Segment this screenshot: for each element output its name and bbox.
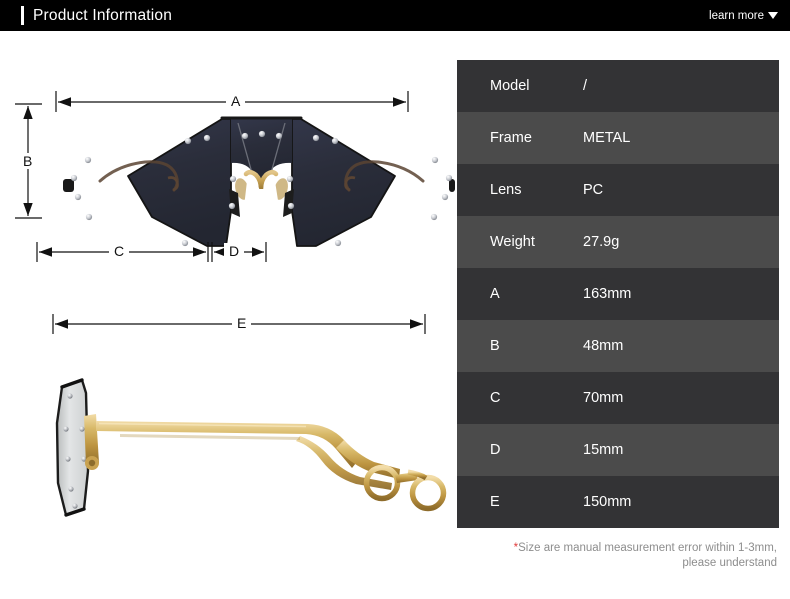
spec-value: 15mm [583, 442, 624, 458]
spec-key: Lens [490, 182, 522, 198]
spec-key: Weight [490, 234, 535, 250]
spec-key: D [490, 442, 501, 458]
learn-more-label: learn more [709, 9, 764, 22]
arrow-head-e-left [55, 319, 68, 329]
spec-value: / [583, 78, 588, 94]
table-row: E 150mm [457, 476, 779, 528]
spec-key: E [490, 494, 500, 510]
spec-value: 70mm [583, 390, 624, 406]
spec-key: C [490, 390, 501, 406]
table-row: Lens PC [457, 164, 779, 216]
spec-value: 163mm [583, 286, 632, 302]
page-title: Product Information [33, 6, 173, 24]
product-diagram-panel: A B C D E [0, 31, 455, 599]
spec-value: PC [583, 182, 604, 198]
spec-value: 150mm [583, 494, 632, 510]
dimension-label-e: E [232, 315, 252, 331]
footnote-line-2: please understand [682, 557, 777, 569]
table-row: B 48mm [457, 320, 779, 372]
table-row: A 163mm [457, 268, 779, 320]
table-row: Weight 27.9g [457, 216, 779, 268]
table-row: D 15mm [457, 424, 779, 476]
page-header: Product Information learn more [0, 0, 790, 31]
chevron-down-icon [768, 12, 778, 19]
arrow-head-e-right [410, 319, 423, 329]
learn-more-button[interactable]: learn more [709, 10, 778, 22]
table-row: Model / [457, 60, 779, 112]
spec-key: A [490, 286, 500, 302]
spec-key: Frame [490, 130, 532, 146]
header-accent-bar [21, 6, 24, 25]
spec-value: 27.9g [583, 234, 620, 250]
measurement-footnote: *Size are manual measurement error withi… [455, 541, 781, 571]
spec-value: 48mm [583, 338, 624, 354]
footnote-line-1: Size are manual measurement error within… [518, 542, 777, 554]
specification-table: Model / Frame METAL Lens PC Weight 27.9g… [457, 60, 779, 528]
sunglasses-side-view [52, 314, 447, 517]
sunglasses-side-artwork [55, 378, 447, 517]
table-row: Frame METAL [457, 112, 779, 164]
spec-value: METAL [583, 130, 631, 146]
table-row: C 70mm [457, 372, 779, 424]
spec-key: B [490, 338, 500, 354]
spec-key: Model [490, 78, 530, 94]
